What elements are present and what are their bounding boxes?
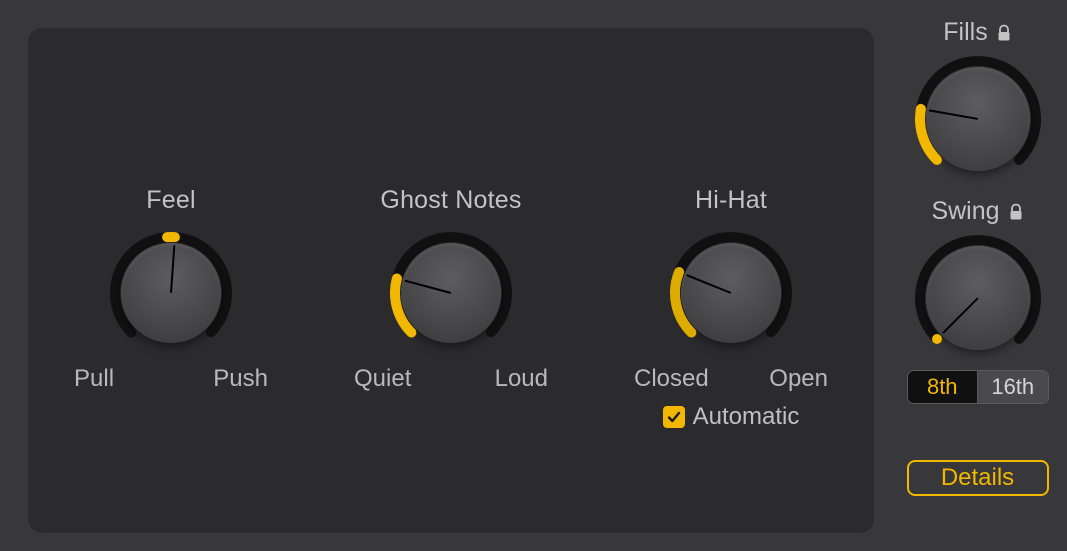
lock-icon[interactable] bbox=[996, 24, 1012, 42]
feel-left-label: Pull bbox=[66, 365, 122, 393]
hi-hat-knob[interactable] bbox=[669, 231, 793, 355]
ghost-notes-knob[interactable] bbox=[389, 231, 513, 355]
ghost-left-label: Quiet bbox=[346, 365, 419, 393]
swing-title: Swing bbox=[931, 197, 999, 226]
swing-knob[interactable] bbox=[914, 234, 1042, 362]
swing-section: Swing 8th 16th bbox=[907, 197, 1049, 404]
automatic-label: Automatic bbox=[693, 403, 800, 431]
ghost-right-label: Loud bbox=[487, 365, 556, 393]
hi-hat-cluster: Hi-Hat Closed Open Automatic bbox=[626, 186, 836, 431]
lock-icon[interactable] bbox=[1008, 203, 1024, 221]
hi-hat-left-label: Closed bbox=[626, 365, 717, 393]
hi-hat-title: Hi-Hat bbox=[695, 186, 767, 215]
fills-title: Fills bbox=[943, 18, 987, 47]
details-button[interactable]: Details bbox=[907, 460, 1049, 496]
feel-cluster: Feel Pull Push bbox=[66, 186, 276, 431]
feel-right-label: Push bbox=[205, 365, 276, 393]
swing-note-segmented-control[interactable]: 8th 16th bbox=[907, 370, 1049, 404]
hi-hat-automatic-row: Automatic bbox=[663, 403, 800, 431]
feel-title: Feel bbox=[146, 186, 195, 215]
ghost-notes-title: Ghost Notes bbox=[380, 186, 521, 215]
drummer-main-panel: Feel Pull Push Ghost Notes bbox=[28, 28, 874, 533]
swing-8th-segment[interactable]: 8th bbox=[908, 371, 978, 403]
swing-16th-segment[interactable]: 16th bbox=[977, 371, 1048, 403]
hi-hat-right-label: Open bbox=[761, 365, 836, 393]
ghost-notes-cluster: Ghost Notes Quiet Loud bbox=[346, 186, 556, 431]
fills-section: Fills bbox=[914, 18, 1042, 183]
sidebar: Fills Swing bbox=[900, 18, 1055, 496]
feel-knob[interactable] bbox=[109, 231, 233, 355]
automatic-checkbox[interactable] bbox=[663, 406, 685, 428]
fills-knob[interactable] bbox=[914, 55, 1042, 183]
